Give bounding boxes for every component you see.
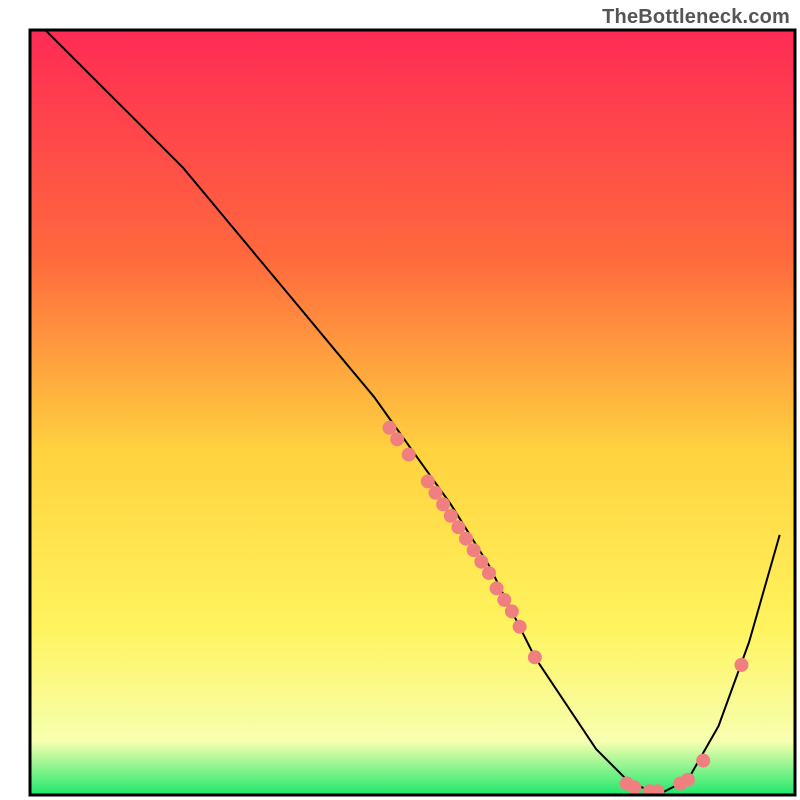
data-marker [467,543,481,557]
data-marker [444,509,458,523]
data-marker [528,650,542,664]
data-marker [497,593,511,607]
chart-container: TheBottleneck.com [0,0,800,800]
plot-svg [0,0,800,800]
data-marker [735,658,749,672]
data-marker [436,497,450,511]
data-marker [505,604,519,618]
data-marker [383,421,397,435]
data-marker [429,486,443,500]
data-marker [451,520,465,534]
data-marker [681,773,695,787]
watermark-text: TheBottleneck.com [602,6,790,29]
data-marker [390,432,404,446]
data-marker [402,448,416,462]
data-marker [459,532,473,546]
data-marker [474,555,488,569]
data-marker [490,581,504,595]
data-marker [696,754,710,768]
data-marker [627,780,641,794]
data-marker [513,620,527,634]
data-marker [421,474,435,488]
gradient-background [30,30,795,795]
data-marker [482,566,496,580]
